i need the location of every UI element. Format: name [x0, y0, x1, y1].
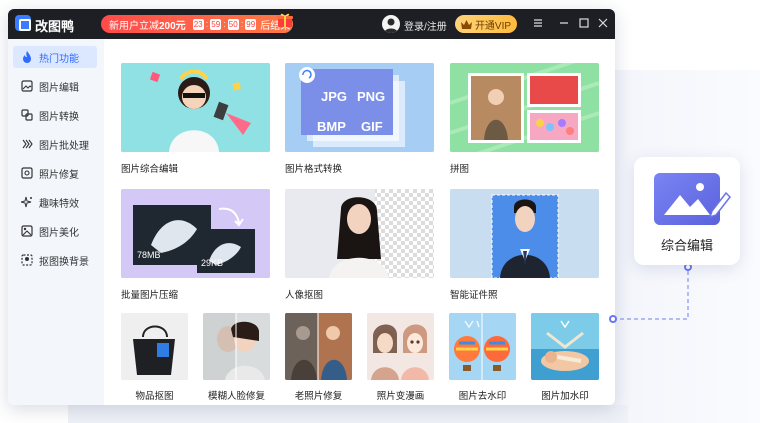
featured-edit-label: 综合编辑 — [660, 238, 713, 253]
sidebar-item-label: 趣味特效 — [39, 198, 79, 210]
size-before: 78MB — [137, 250, 161, 260]
feature-card-portrait-cutout[interactable]: 人像抠图 — [285, 189, 434, 304]
feature-label: 图片加水印 — [541, 391, 589, 402]
feature-card-id-photo[interactable]: 智能证件照 — [450, 189, 599, 304]
image-edit-icon — [21, 80, 33, 92]
sidebar-item-batch[interactable]: 图片批处理 — [13, 133, 97, 155]
feature-card-add-watermark[interactable]: 图片加水印 — [531, 313, 599, 403]
thumbnail-face-restore — [203, 313, 270, 380]
countdown-seconds: 50 — [227, 18, 239, 30]
sidebar-item-effects[interactable]: 趣味特效 — [13, 191, 97, 213]
format-gif: GIF — [361, 119, 383, 134]
thumbnail-old-photo — [285, 313, 352, 380]
feature-label: 模糊人脸修复 — [207, 391, 265, 402]
feature-card-face-restore[interactable]: 模糊人脸修复 — [203, 313, 270, 403]
login-link[interactable]: 登录/注册 — [404, 18, 447, 33]
feature-label: 图片综合编辑 — [121, 164, 179, 175]
feature-label: 智能证件照 — [450, 290, 498, 301]
sidebar-item-hot[interactable]: 热门功能 — [13, 46, 97, 68]
sidebar-item-label: 图片批处理 — [39, 140, 89, 152]
sidebar-item-label: 图片美化 — [39, 227, 79, 239]
title-bar: 改图鸭 新用户立减 200元 23 : 59 : 50 : 99 后结束 登录/… — [8, 9, 615, 39]
app-title: 改图鸭 — [35, 19, 75, 34]
beautify-icon — [21, 225, 33, 237]
sidebar-item-cutout[interactable]: 抠图换背景 — [13, 249, 97, 271]
sidebar-item-label: 热门功能 — [39, 53, 79, 65]
feature-card-photo-to-comic[interactable]: 照片变漫画 — [367, 313, 434, 403]
thumbnail-object-cutout — [121, 313, 188, 380]
repair-icon — [21, 167, 33, 179]
thumbnail-batch-compress: 78MB 29KB — [121, 189, 270, 278]
feature-card-collage[interactable]: 拼图 — [450, 63, 599, 178]
feature-label: 批量图片压缩 — [121, 290, 179, 301]
sidebar-item-label: 抠图换背景 — [39, 256, 89, 268]
feature-label: 照片变漫画 — [376, 391, 425, 402]
sidebar-item-image-edit[interactable]: 图片编辑 — [13, 75, 97, 97]
size-after: 29KB — [201, 258, 224, 268]
vip-label: 开通VIP — [474, 20, 512, 32]
thumbnail-id-photo — [450, 189, 599, 278]
feature-card-object-cutout[interactable]: 物品抠图 — [121, 313, 188, 403]
thumbnail-add-watermark — [531, 313, 599, 380]
featured-edit-card[interactable]: 综合编辑 — [634, 157, 740, 265]
sidebar: 热门功能 图片编辑 图片转换 图片批处理 照片修复 趣味特效 图片美化 抠图换背… — [8, 39, 104, 405]
countdown-centis: 99 — [245, 18, 257, 30]
cutout-icon — [21, 254, 33, 266]
thumbnail-image-edit — [121, 63, 270, 152]
app-window: 改图鸭 新用户立减 200元 23 : 59 : 50 : 99 后结束 登录/… — [8, 9, 615, 405]
close-icon[interactable] — [596, 16, 610, 30]
minimize-icon[interactable] — [557, 16, 571, 30]
menu-icon[interactable] — [531, 16, 545, 30]
feature-label: 物品抠图 — [135, 391, 174, 402]
batch-icon — [22, 139, 33, 149]
sparkle-icon — [21, 196, 32, 208]
flame-icon — [23, 51, 31, 63]
format-jpg: JPG — [321, 89, 348, 104]
feature-card-old-photo[interactable]: 老照片修复 — [285, 313, 352, 403]
feature-label: 拼图 — [450, 164, 470, 175]
feature-grid: 图片综合编辑 JPG PNG BMP GIF 图片格式转换 拼图 78MB 29… — [104, 39, 615, 405]
sidebar-item-label: 图片编辑 — [39, 82, 79, 94]
promo-banner[interactable]: 新用户立减 200元 23 : 59 : 50 : 99 后结束 — [101, 15, 293, 33]
connector-line — [609, 263, 692, 323]
feature-label: 老照片修复 — [294, 391, 343, 402]
feature-label: 图片去水印 — [458, 391, 507, 402]
convert-icon — [21, 109, 33, 121]
promo-text: 新用户立减 — [109, 20, 159, 32]
thumbnail-photo-to-comic — [367, 313, 434, 380]
image-edit-icon — [654, 173, 731, 225]
backdrop-strip — [68, 405, 628, 423]
sidebar-item-beautify[interactable]: 图片美化 — [13, 220, 97, 242]
crown-icon — [460, 19, 472, 29]
countdown-hours: 23 — [192, 18, 204, 30]
sidebar-item-repair[interactable]: 照片修复 — [13, 162, 97, 184]
feature-card-remove-watermark[interactable]: 图片去水印 — [449, 313, 516, 403]
vip-button[interactable]: 开通VIP — [455, 15, 517, 33]
thumbnail-format-convert: JPG PNG BMP GIF — [285, 63, 434, 152]
thumbnail-portrait-cutout — [285, 189, 434, 278]
maximize-icon[interactable] — [577, 16, 591, 30]
thumbnail-collage — [450, 63, 599, 152]
sidebar-item-convert[interactable]: 图片转换 — [13, 104, 97, 126]
gift-icon — [277, 13, 293, 27]
promo-amount: 200元 — [159, 20, 186, 32]
user-avatar[interactable] — [382, 15, 400, 33]
feature-label: 图片格式转换 — [285, 164, 343, 175]
app-logo-icon — [15, 15, 31, 31]
format-png: PNG — [357, 89, 386, 104]
thumbnail-remove-watermark — [449, 313, 516, 380]
feature-card-image-edit[interactable]: 图片综合编辑 — [121, 63, 270, 178]
feature-card-batch-compress[interactable]: 78MB 29KB 批量图片压缩 — [121, 189, 270, 304]
sidebar-item-label: 图片转换 — [39, 111, 79, 123]
format-bmp: BMP — [317, 119, 346, 134]
feature-card-format-convert[interactable]: JPG PNG BMP GIF 图片格式转换 — [285, 63, 434, 178]
feature-label: 人像抠图 — [285, 290, 324, 301]
sidebar-item-label: 照片修复 — [39, 169, 79, 181]
countdown-minutes: 59 — [210, 18, 222, 30]
